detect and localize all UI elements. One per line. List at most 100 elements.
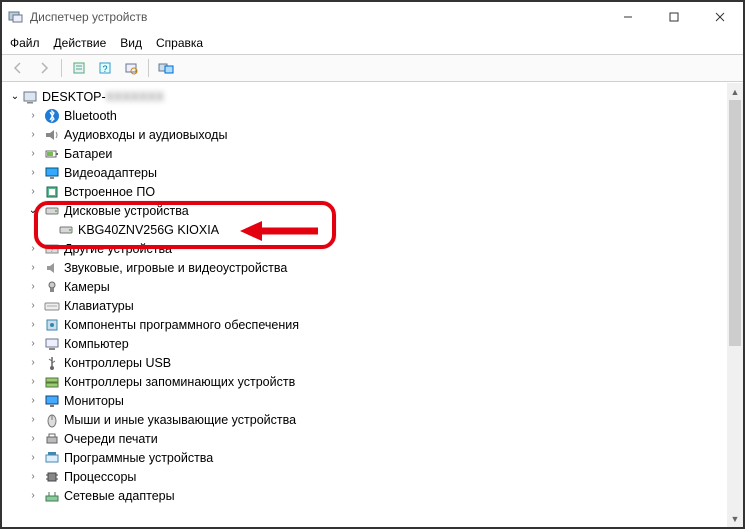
tree-item[interactable]: ›Аудиовходы и аудиовыходы: [6, 125, 727, 144]
menu-view[interactable]: Вид: [120, 36, 142, 50]
close-button[interactable]: [697, 2, 743, 32]
disk-icon: [58, 222, 74, 238]
chevron-right-icon[interactable]: ›: [26, 319, 40, 330]
tree-item[interactable]: ›?Другие устройства: [6, 239, 727, 258]
chevron-right-icon[interactable]: ›: [26, 338, 40, 349]
nav-back-button[interactable]: [6, 57, 30, 79]
scroll-thumb[interactable]: [729, 100, 741, 346]
tree-item[interactable]: › Компоненты программного обеспечения: [6, 315, 727, 334]
tree-item-label: Очереди печати: [64, 432, 158, 446]
properties-button[interactable]: [67, 57, 91, 79]
chevron-right-icon[interactable]: ›: [26, 357, 40, 368]
keyboard-icon: [44, 298, 60, 314]
bluetooth-icon: [44, 108, 60, 124]
chevron-right-icon[interactable]: ›: [26, 490, 40, 501]
tree-item[interactable]: › Мониторы: [6, 391, 727, 410]
tree-item[interactable]: › Очереди печати: [6, 429, 727, 448]
minimize-button[interactable]: [605, 2, 651, 32]
nav-forward-button[interactable]: [32, 57, 56, 79]
chevron-right-icon[interactable]: ›: [26, 148, 40, 159]
menu-file[interactable]: Файл: [10, 36, 40, 50]
tree-item-label: Мыши и иные указывающие устройства: [64, 413, 296, 427]
chevron-right-icon[interactable]: ›: [26, 433, 40, 444]
firmware-icon: [44, 184, 60, 200]
tree-item-label: Компьютер: [64, 337, 129, 351]
separator: [148, 59, 149, 77]
tree-child-label: KBG40ZNV256G KIOXIA: [78, 223, 219, 237]
chevron-right-icon[interactable]: ›: [26, 300, 40, 311]
content-area: ⌄DESKTOP-XXXXXXX › Bluetooth ›Аудиовходы и …: [2, 82, 743, 527]
tree-item[interactable]: ›Программные устройства: [6, 448, 727, 467]
tree-item-label: Процессоры: [64, 470, 136, 484]
scroll-down-button[interactable]: ▼: [727, 510, 743, 527]
other-icon: ?: [44, 241, 60, 257]
camera-icon: [44, 279, 60, 295]
svg-text:?: ?: [50, 245, 55, 254]
chevron-right-icon[interactable]: ›: [26, 471, 40, 482]
tree-item[interactable]: › Сетевые адаптеры: [6, 486, 727, 505]
tree-item-label: Батареи: [64, 147, 112, 161]
scroll-track[interactable]: [727, 100, 743, 510]
menu-help[interactable]: Справка: [156, 36, 203, 50]
tree-item[interactable]: ›Звуковые, игровые и видеоустройства: [6, 258, 727, 277]
tree-item[interactable]: ›Встроенное ПО: [6, 182, 727, 201]
tree-item[interactable]: › Мыши и иные указывающие устройства: [6, 410, 727, 429]
tree-item[interactable]: › Видеоадаптеры: [6, 163, 727, 182]
tree-item[interactable]: › Bluetooth: [6, 106, 727, 125]
vertical-scrollbar[interactable]: ▲ ▼: [727, 83, 743, 527]
maximize-button[interactable]: [651, 2, 697, 32]
tree-item-label: Компоненты программного обеспечения: [64, 318, 299, 332]
chevron-right-icon[interactable]: ›: [26, 414, 40, 425]
storagectl-icon: [44, 374, 60, 390]
tree-item[interactable]: › Камеры: [6, 277, 727, 296]
tree-item-label: Bluetooth: [64, 109, 117, 123]
printer-icon: [44, 431, 60, 447]
audio-icon: [44, 127, 60, 143]
chevron-right-icon[interactable]: ›: [26, 110, 40, 121]
scan-button[interactable]: [119, 57, 143, 79]
usb-icon: [44, 355, 60, 371]
cpu-icon: [44, 469, 60, 485]
tree-child-item[interactable]: KBG40ZNV256G KIOXIA: [6, 220, 727, 239]
titlebar: Диспетчер устройств: [2, 2, 743, 32]
sound-icon: [44, 260, 60, 276]
menu-action[interactable]: Действие: [54, 36, 107, 50]
tree-item-label: Дисковые устройства: [64, 204, 189, 218]
tree-item[interactable]: › Контроллеры запоминающих устройств: [6, 372, 727, 391]
tree-item-label: Видеоадаптеры: [64, 166, 157, 180]
device-tree[interactable]: ⌄DESKTOP-XXXXXXX › Bluetooth ›Аудиовходы и …: [2, 83, 727, 527]
mouse-icon: [44, 412, 60, 428]
tree-item-label: Контроллеры запоминающих устройств: [64, 375, 295, 389]
chevron-right-icon[interactable]: ›: [26, 281, 40, 292]
tree-item[interactable]: ›Клавиатуры: [6, 296, 727, 315]
tree-item[interactable]: › Процессоры: [6, 467, 727, 486]
show-hidden-button[interactable]: [154, 57, 178, 79]
chevron-right-icon[interactable]: ›: [26, 262, 40, 273]
chevron-down-icon[interactable]: ⌄: [8, 91, 22, 102]
computer-icon: [22, 89, 38, 105]
chevron-right-icon[interactable]: ›: [26, 167, 40, 178]
separator: [61, 59, 62, 77]
chevron-right-icon[interactable]: ›: [26, 186, 40, 197]
chevron-right-icon[interactable]: ›: [26, 452, 40, 463]
scroll-up-button[interactable]: ▲: [727, 83, 743, 100]
chevron-right-icon[interactable]: ›: [26, 129, 40, 140]
tree-item[interactable]: › Батареи: [6, 144, 727, 163]
computer-icon: [44, 336, 60, 352]
window-controls: [605, 2, 743, 32]
tree-item-label: Камеры: [64, 280, 110, 294]
tree-root[interactable]: ⌄DESKTOP-XXXXXXX: [6, 87, 727, 106]
tree-item[interactable]: ›Контроллеры USB: [6, 353, 727, 372]
chevron-down-icon[interactable]: ⌄: [26, 205, 40, 216]
disk-icon: [44, 203, 60, 219]
network-icon: [44, 488, 60, 504]
tree-item[interactable]: ⌄ Дисковые устройства: [6, 201, 727, 220]
chevron-right-icon[interactable]: ›: [26, 376, 40, 387]
chevron-right-icon[interactable]: ›: [26, 243, 40, 254]
toolbar: ?: [2, 54, 743, 82]
tree-item-label: Мониторы: [64, 394, 124, 408]
tree-item[interactable]: › Компьютер: [6, 334, 727, 353]
chevron-right-icon[interactable]: ›: [26, 395, 40, 406]
tree-item-label: Сетевые адаптеры: [64, 489, 175, 503]
help-button[interactable]: ?: [93, 57, 117, 79]
